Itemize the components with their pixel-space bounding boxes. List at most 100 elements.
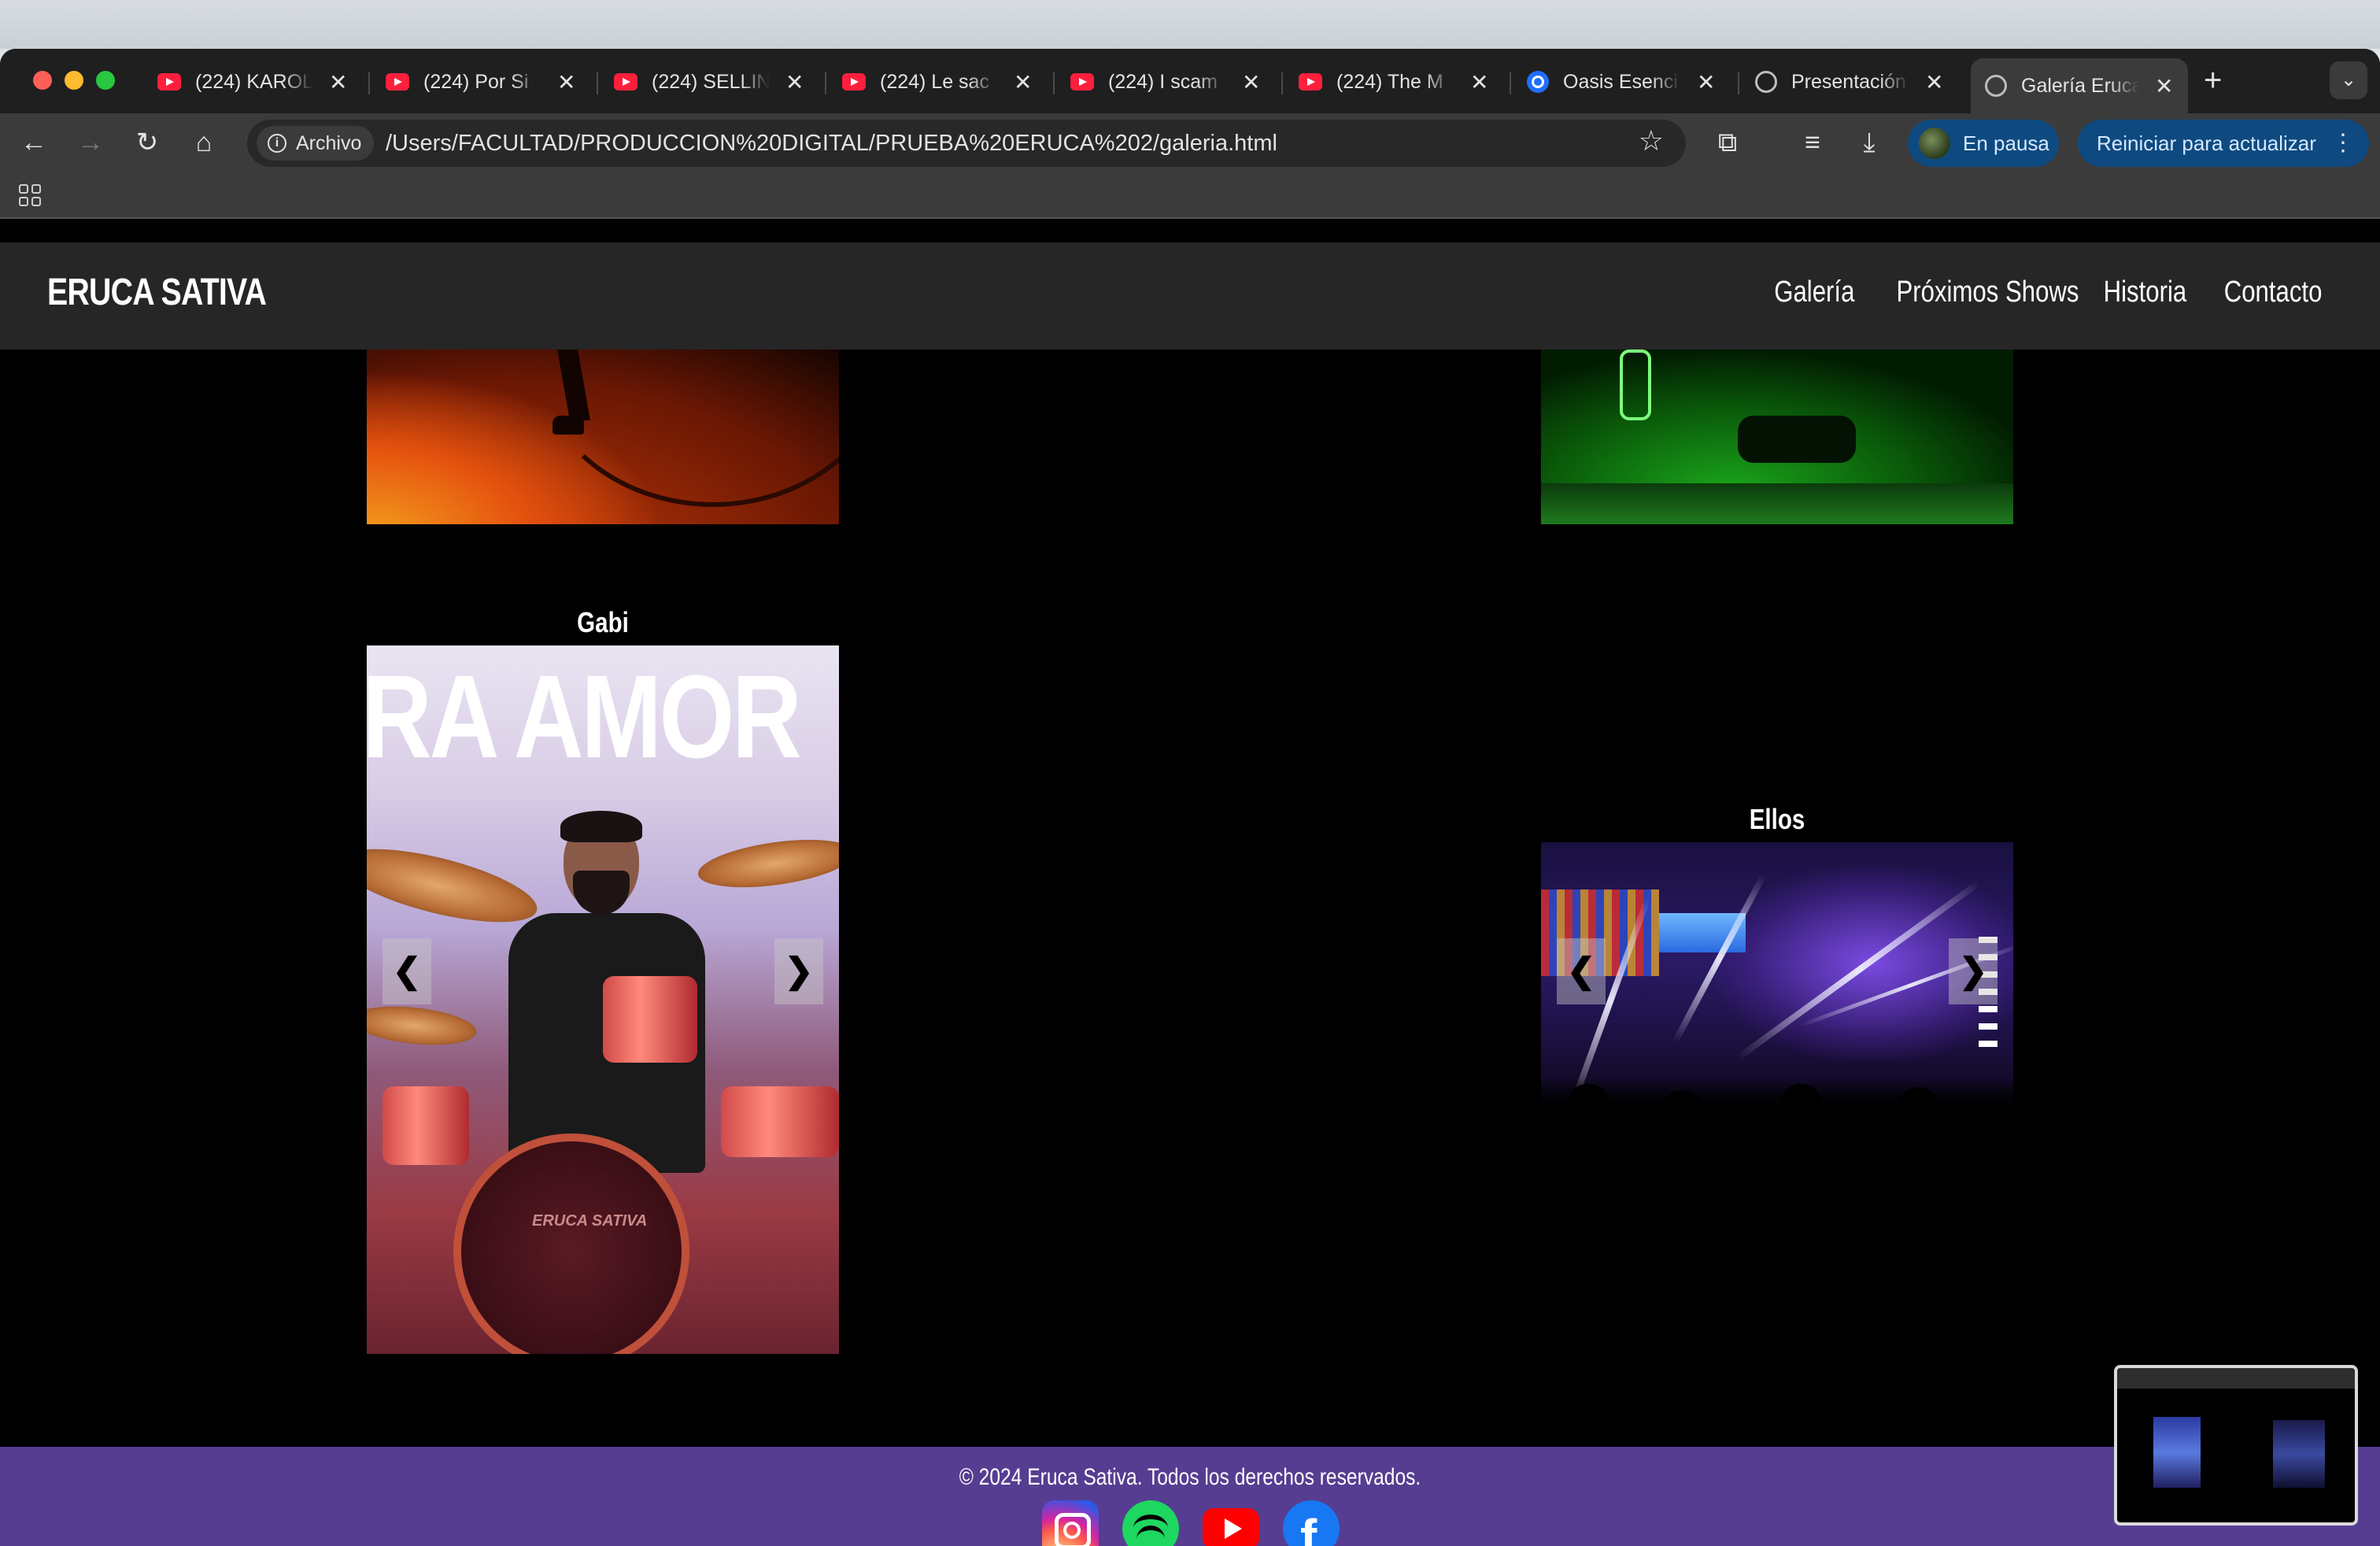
tab-separator [1281,72,1283,94]
more-menu-icon[interactable]: ⋮ [2331,120,2355,167]
tab-label: (224) The M [1336,70,1443,93]
tab[interactable]: (224) Por Si ✕ [371,58,589,105]
tab[interactable]: (224) Le sac ✕ [828,58,1046,105]
tab-separator [1053,72,1055,94]
kick-drum: ERUCA SATIVA [453,1134,689,1354]
browser-window: (224) KAROL ✕ (224) Por Si ✕ (224) SELLI… [0,49,2380,1546]
tab[interactable]: Presentación ✕ [1741,58,1957,105]
carousel-prev-button[interactable]: ❮ [382,938,431,1004]
update-label: Reiniciar para actualizar [2097,131,2316,155]
carousel-prev-button[interactable]: ❮ [1557,938,1606,1004]
nav-link-historia[interactable]: Historia [2104,276,2187,309]
instagram-icon[interactable] [1042,1500,1099,1546]
avatar [1919,128,1950,159]
youtube-icon [1299,73,1322,91]
nav-link-galeria[interactable]: Galería [1775,276,1855,309]
copyright-text: © 2024 Eruca Sativa. Todos los derechos … [959,1464,1421,1490]
tab-label: Galería Eruca [2021,74,2139,97]
site-nav: Galería Próximos Shows Historia Contacto [1765,276,2333,309]
tab-label: Presentación [1791,70,1906,93]
site-footer: © 2024 Eruca Sativa. Todos los derechos … [0,1447,2380,1546]
web-page: ERUCA SATIVA Galería Próximos Shows Hist… [0,242,2380,1546]
download-icon[interactable]: ⤓ [1851,124,1887,161]
spotify-icon[interactable] [1122,1500,1179,1546]
kick-drum-logo: ERUCA SATIVA [532,1212,648,1230]
tab-label: (224) Por Si [423,70,529,93]
gallery-title-gabi: Gabi [577,606,629,638]
screenshot-thumbnail[interactable] [2114,1365,2358,1526]
gallery-photo-gabi: RA AMOR ERUCA SATIVA ❮ ❯ [367,645,839,1354]
bookmarks-bar [0,172,2380,219]
url-text[interactable]: /Users/FACULTAD/PRODUCCION%20DIGITAL/PRU… [386,120,1277,167]
tab-close-icon[interactable]: ✕ [329,69,347,95]
tab-label: (224) KAROL [195,70,313,93]
facebook-icon[interactable]: f [1283,1500,1340,1546]
tab[interactable]: Oasis Esenci ✕ [1513,58,1729,105]
site-header: ERUCA SATIVA Galería Próximos Shows Hist… [0,242,2380,350]
social-links: f [1042,1500,1340,1546]
bookmark-star-icon[interactable]: ☆ [1639,124,1664,157]
minimize-window-button[interactable] [65,71,83,90]
tab-label: Oasis Esenci [1563,70,1678,93]
new-tab-button[interactable]: + [2204,63,2222,98]
nav-link-proximos-shows[interactable]: Próximos Shows [1897,276,2079,309]
carousel-next-button[interactable]: ❯ [1949,938,1998,1004]
reload-icon[interactable]: ↻ [129,124,165,161]
youtube-icon [1070,73,1094,91]
tab-close-icon[interactable]: ✕ [1470,69,1488,95]
oasis-icon [1527,71,1549,93]
site-info-chip[interactable]: i Archivo [257,126,375,161]
site-logo[interactable]: ERUCA SATIVA [47,271,267,314]
tab-label: (224) SELLIN [652,70,770,93]
gallery-photo-orange [367,350,839,524]
gallery-title-ellos: Ellos [1749,803,1805,835]
extensions-icon[interactable]: ⧉ [1709,124,1746,161]
tab-close-icon[interactable]: ✕ [557,69,575,95]
youtube-icon [842,73,866,91]
address-bar[interactable]: i Archivo /Users/FACULTAD/PRODUCCION%20D… [247,120,1686,167]
profile-button[interactable]: En pausa [1908,120,2059,167]
close-window-button[interactable] [33,71,52,90]
tab[interactable]: (224) SELLIN ✕ [600,58,818,105]
youtube-icon [386,73,409,91]
tab[interactable]: (224) I scam ✕ [1056,58,1274,105]
tab-separator [825,72,826,94]
tab-close-icon[interactable]: ✕ [1697,69,1715,95]
tab-separator [1738,72,1739,94]
tab-active[interactable]: Galería Eruca ✕ [1971,58,2188,113]
zoom-window-button[interactable] [96,71,115,90]
tab-close-icon[interactable]: ✕ [1242,69,1260,95]
globe-icon [1755,71,1777,93]
forward-icon[interactable]: → [72,124,109,161]
browser-toolbar: ← → ↻ ⌂ i Archivo /Users/FACULTAD/PRODUC… [0,113,2380,172]
profile-status: En pausa [1963,131,2049,155]
banner-text: RA AMOR [367,650,802,782]
tab-search-button[interactable]: ⌄ [2330,61,2367,99]
globe-icon [1985,75,2007,97]
tab-close-icon[interactable]: ✕ [1925,69,1943,95]
tab-label: (224) Le sac [880,70,989,93]
carousel-next-button[interactable]: ❯ [774,938,823,1004]
apps-grid-icon[interactable] [19,184,41,206]
home-icon[interactable]: ⌂ [186,124,222,161]
youtube-icon[interactable] [1203,1508,1259,1546]
reading-list-icon[interactable]: ≡ [1794,124,1831,161]
tab[interactable]: (224) KAROL ✕ [143,58,361,105]
tab-close-icon[interactable]: ✕ [2155,73,2173,99]
gallery-photo-ellos: ❮ ❯ [1541,842,2013,1145]
tab-separator [1510,72,1511,94]
youtube-icon [157,73,181,91]
tab-close-icon[interactable]: ✕ [785,69,804,95]
tab-strip: (224) KAROL ✕ (224) Por Si ✕ (224) SELLI… [0,49,2380,113]
tab-close-icon[interactable]: ✕ [1014,69,1032,95]
tab-separator [368,72,370,94]
tab[interactable]: (224) The M ✕ [1284,58,1502,105]
update-button[interactable]: Reiniciar para actualizar ⋮ [2078,120,2369,167]
site-info-label: Archivo [296,132,362,154]
back-icon[interactable]: ← [16,124,52,161]
tab-separator [597,72,598,94]
nav-link-contacto[interactable]: Contacto [2224,276,2323,309]
desktop-background [0,0,2380,49]
gallery-photo-green [1541,350,2013,524]
youtube-icon [614,73,638,91]
